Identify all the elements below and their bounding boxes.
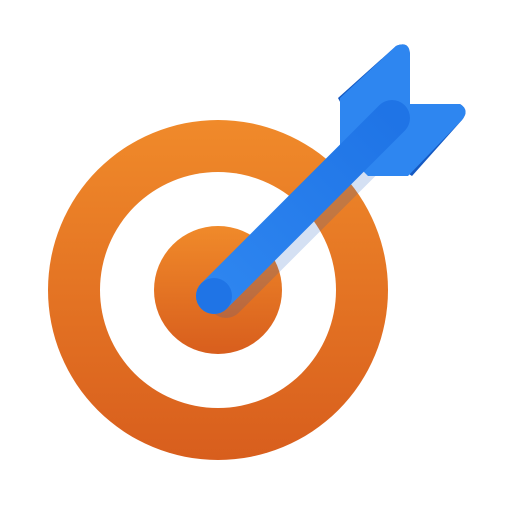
target-dart-icon [48,44,466,460]
target-icon-canvas [0,0,512,512]
dart-tip [196,278,232,314]
